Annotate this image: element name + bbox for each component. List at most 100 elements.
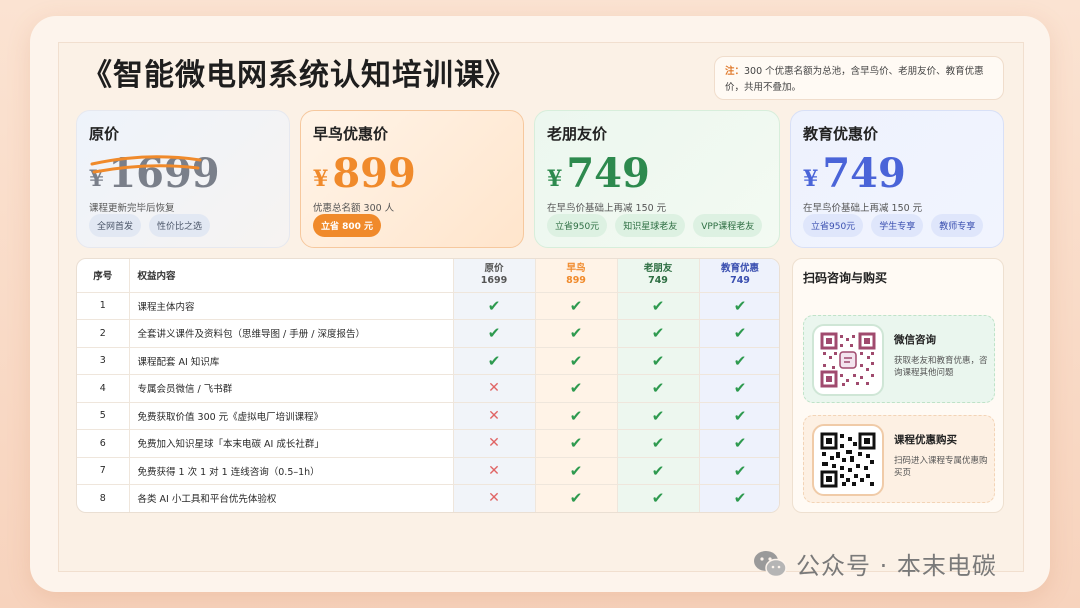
price-value: 749 xyxy=(822,150,906,197)
check-icon: ✔ xyxy=(733,324,747,343)
check-icon: ✔ xyxy=(651,461,665,480)
cell-education: ✔ xyxy=(699,347,779,375)
card-subtitle: 优惠总名额 300 人 xyxy=(313,203,395,214)
table-row: 8 各类 AI 小工具和平台优先体验权 ✕ ✔ ✔ ✔ xyxy=(77,484,779,512)
benefit-text: 免费获取价值 300 元《虚拟电厂培训课程》 xyxy=(129,402,454,430)
check-icon: ✔ xyxy=(733,379,747,398)
header-original: 原价 1699 xyxy=(453,259,536,293)
table-row: 5 免费获取价值 300 元《虚拟电厂培训课程》 ✕ ✔ ✔ ✔ xyxy=(77,402,779,430)
cell-education: ✔ xyxy=(699,319,779,348)
cell-education: ✔ xyxy=(699,429,779,458)
price-value: 749 xyxy=(566,150,650,197)
cell-early-bird: ✔ xyxy=(535,319,618,348)
header-old-friend: 老朋友 749 xyxy=(617,259,700,293)
cell-education: ✔ xyxy=(699,457,779,485)
cell-education: ✔ xyxy=(699,402,779,430)
check-icon: ✔ xyxy=(569,324,583,343)
price-card-original: 原价 ¥ 1699 课程更新完毕后恢复 全网首发 性价比之选 xyxy=(76,110,290,248)
check-icon: ✔ xyxy=(733,434,747,453)
benefit-text: 全套讲义课件及资料包（思维导图 / 手册 / 深度报告） xyxy=(129,319,454,348)
cross-icon: ✕ xyxy=(488,435,500,452)
price-value: 899 xyxy=(332,150,416,197)
cell-original: ✕ xyxy=(453,402,536,430)
price-value: 1699 xyxy=(108,150,220,197)
qr-code-icon xyxy=(820,332,876,388)
wechat-consult-card[interactable]: 微信咨询 获取老友和教育优惠，咨询课程其他问题 xyxy=(803,315,995,403)
table-row: 1 课程主体内容 ✔ ✔ ✔ ✔ xyxy=(77,292,779,320)
check-icon: ✔ xyxy=(569,434,583,453)
price-display: ¥ 749 xyxy=(803,152,991,196)
table-row: 7 免费获得 1 次 1 对 1 连线咨询（0.5–1h） ✕ ✔ ✔ ✔ xyxy=(77,457,779,485)
check-icon: ✔ xyxy=(569,379,583,398)
currency-symbol: ¥ xyxy=(89,166,105,192)
wechat-logo-icon xyxy=(754,550,787,577)
card-subtitle: 在早鸟价基础上再减 150 元 xyxy=(547,203,667,214)
cell-early-bird: ✔ xyxy=(535,457,618,485)
row-number: 8 xyxy=(77,484,130,512)
tag: 全网首发 xyxy=(89,214,142,237)
row-number: 1 xyxy=(77,292,130,320)
cell-original: ✕ xyxy=(453,484,536,512)
price-card-early-bird: 早鸟优惠价 ¥ 899 优惠总名额 300 人 立省 800 元 xyxy=(300,110,524,248)
card-title: 原价 xyxy=(89,125,120,143)
cell-early-bird: ✔ xyxy=(535,347,618,375)
cell-original: ✔ xyxy=(453,292,536,320)
cell-old-friend: ✔ xyxy=(617,374,700,403)
check-icon: ✔ xyxy=(733,296,747,315)
cell-early-bird: ✔ xyxy=(535,402,618,430)
price-card-old-friend: 老朋友价 ¥ 749 在早鸟价基础上再减 150 元 立省950元 知识星球老友… xyxy=(534,110,780,248)
qr-panel-title: 扫码咨询与购买 xyxy=(803,271,888,285)
benefit-text: 各类 AI 小工具和平台优先体验权 xyxy=(129,484,454,512)
cell-early-bird: ✔ xyxy=(535,374,618,403)
qr-code-icon xyxy=(820,432,876,488)
check-icon: ✔ xyxy=(569,296,583,315)
cross-icon: ✕ xyxy=(488,462,500,479)
cell-original: ✔ xyxy=(453,319,536,348)
check-icon: ✔ xyxy=(733,461,747,480)
cell-education: ✔ xyxy=(699,374,779,403)
row-number: 2 xyxy=(77,319,130,348)
cell-old-friend: ✔ xyxy=(617,402,700,430)
check-icon: ✔ xyxy=(487,351,501,370)
check-icon: ✔ xyxy=(733,351,747,370)
benefit-text: 课程配套 AI 知识库 xyxy=(129,347,454,375)
course-purchase-card[interactable]: 课程优惠购买 扫码进入课程专属优惠购买页 xyxy=(803,415,995,503)
header-item: 权益内容 xyxy=(129,259,454,293)
check-icon: ✔ xyxy=(569,461,583,480)
cell-original: ✕ xyxy=(453,457,536,485)
cell-education: ✔ xyxy=(699,292,779,320)
check-icon: ✔ xyxy=(569,489,583,508)
benefit-text: 免费获得 1 次 1 对 1 连线咨询（0.5–1h） xyxy=(129,457,454,485)
check-icon: ✔ xyxy=(651,296,665,315)
check-icon: ✔ xyxy=(487,296,501,315)
cell-education: ✔ xyxy=(699,484,779,512)
tag: VPP课程老友 xyxy=(693,214,763,237)
row-number: 4 xyxy=(77,374,130,403)
note-text: 300 个优惠名额为总池，含早鸟价、老朋友价、教育优惠价，共用不叠加。 xyxy=(725,66,984,93)
benefit-text: 课程主体内容 xyxy=(129,292,454,320)
table-header-row: 序号 权益内容 原价 1699 早鸟 899 老朋友 749 教育优惠 749 xyxy=(77,259,779,293)
check-icon: ✔ xyxy=(733,489,747,508)
price-card-education: 教育优惠价 ¥ 749 在早鸟价基础上再减 150 元 立省950元 学生专享 … xyxy=(790,110,1004,248)
row-number: 7 xyxy=(77,457,130,485)
currency-symbol: ¥ xyxy=(547,166,563,192)
note-label: 注： xyxy=(725,66,745,77)
tag: 知识星球老友 xyxy=(615,214,686,237)
header-no: 序号 xyxy=(77,259,130,293)
check-icon: ✔ xyxy=(651,406,665,425)
benefit-text: 免费加入知识星球「本末电碳 AI 成长社群」 xyxy=(129,429,454,458)
tag: 性价比之选 xyxy=(149,214,211,237)
watermark: 公众号 · 本末电碳 xyxy=(752,546,997,581)
cross-icon: ✕ xyxy=(488,407,500,424)
table-row: 6 免费加入知识星球「本末电碳 AI 成长社群」 ✕ ✔ ✔ ✔ xyxy=(77,429,779,458)
cell-original: ✔ xyxy=(453,347,536,375)
watermark-text: 公众号 · 本末电碳 xyxy=(796,552,997,580)
cell-early-bird: ✔ xyxy=(535,429,618,458)
cross-icon: ✕ xyxy=(488,380,500,397)
cell-early-bird: ✔ xyxy=(535,292,618,320)
tag: 学生专享 xyxy=(871,214,924,237)
wechat-consult-desc: 获取老友和教育优惠，咨询课程其他问题 xyxy=(894,356,988,378)
row-number: 3 xyxy=(77,347,130,375)
check-icon: ✔ xyxy=(569,406,583,425)
currency-symbol: ¥ xyxy=(313,166,329,192)
